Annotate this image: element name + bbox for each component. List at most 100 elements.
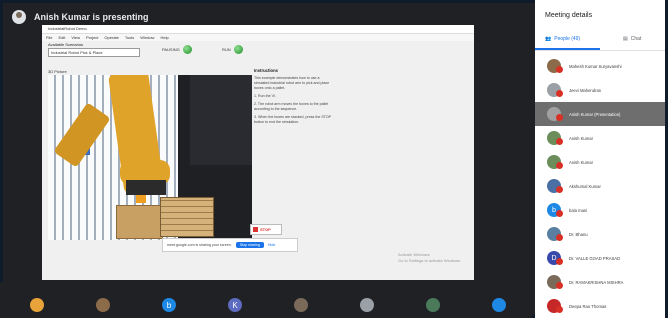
- panel-title: Meeting details: [545, 12, 593, 19]
- avatar: D: [547, 251, 563, 265]
- mic-muted-icon: [556, 234, 563, 241]
- participant-row[interactable]: Anish Kumar: [535, 126, 665, 150]
- participant-row[interactable]: Dr. RAMAKRISHNA MISHRA: [535, 270, 665, 294]
- participant-name: Akshumal Kumar: [569, 183, 601, 189]
- menu-file[interactable]: File: [46, 34, 52, 41]
- menu-window[interactable]: Window: [140, 34, 154, 41]
- pausing-label: PAUSING: [162, 47, 180, 52]
- participant-name: Anish Kumar: [569, 135, 593, 141]
- mic-muted-icon: [556, 186, 563, 193]
- mic-muted-icon: [556, 66, 563, 73]
- stop-button[interactable]: STOP: [250, 224, 282, 235]
- meeting-details-panel: Meeting details 👥 People (49) ▤ Chat Mah…: [535, 0, 665, 318]
- menu-edit[interactable]: Edit: [58, 34, 65, 41]
- participant-name: Dr. VALLE GOAD PRASAD: [569, 255, 621, 261]
- participant-name: Anish Kumar (Presentation): [569, 111, 621, 117]
- participant-tile[interactable]: [492, 298, 506, 312]
- tile-initial: K: [232, 300, 238, 310]
- stop-icon: [253, 227, 258, 232]
- menu-operate[interactable]: Operate: [104, 34, 118, 41]
- participant-name: Jeevi Mahendran: [569, 87, 602, 93]
- avatar: b: [547, 203, 563, 217]
- scenario-label: Available Scenarios: [48, 42, 84, 47]
- participant-name: Anish Kumar: [569, 159, 593, 165]
- participant-row[interactable]: Anish Kumar: [535, 150, 665, 174]
- participant-tile[interactable]: [426, 298, 440, 312]
- menu-help[interactable]: Help: [160, 34, 168, 41]
- run-label: RUN: [222, 47, 231, 52]
- participant-name: Dr. Bhanu: [569, 231, 588, 237]
- pausing-indicator: PAUSING: [162, 45, 192, 54]
- participant-row[interactable]: D Dr. VALLE GOAD PRASAD: [535, 246, 665, 270]
- presenter-bar: Anish Kumar is presenting: [12, 8, 149, 26]
- chat-icon: ▤: [623, 36, 628, 42]
- presenter-label: Anish Kumar is presenting: [34, 12, 149, 22]
- sharing-text: meet.google.com is sharing your screen.: [167, 243, 232, 247]
- app-menu-bar: File Edit View Project Operate Tools Win…: [42, 34, 474, 41]
- mic-muted-icon: [556, 306, 563, 313]
- participant-row[interactable]: Akshumal Kumar: [535, 174, 665, 198]
- instruction-step-3: 3. When the boxes are stacked, press the…: [254, 115, 331, 124]
- avatar: [547, 179, 563, 193]
- tab-chat[interactable]: ▤ Chat: [623, 36, 641, 42]
- pausing-led-icon: [182, 45, 192, 54]
- watermark-line-2: Go to Settings to activate Windows.: [398, 258, 462, 263]
- avatar: [547, 275, 563, 289]
- participant-tile[interactable]: [30, 298, 44, 312]
- orange-box: [136, 195, 146, 203]
- participant-strip: bK: [0, 282, 532, 318]
- participant-row[interactable]: Jeevi Mahendran: [535, 78, 665, 102]
- people-icon: 👥: [545, 36, 552, 42]
- mic-muted-icon: [556, 90, 563, 97]
- participant-row[interactable]: Anish Kumar (Presentation): [535, 102, 665, 126]
- menu-view[interactable]: View: [71, 34, 80, 41]
- app-window-title: IndustrialRobot Demo: [42, 25, 474, 34]
- tab-people[interactable]: 👥 People (49): [545, 36, 580, 42]
- avatar: [547, 107, 563, 121]
- stop-sharing-button[interactable]: Stop sharing: [235, 242, 264, 248]
- participant-tile[interactable]: K: [228, 298, 242, 312]
- wall-panel: [190, 75, 252, 165]
- participant-row[interactable]: Dr. Bhanu: [535, 222, 665, 246]
- avatar: [547, 59, 563, 73]
- mic-muted-icon: [556, 138, 563, 145]
- mic-muted-icon: [556, 162, 563, 169]
- activation-watermark: Activate Windows Go to Settings to activ…: [398, 252, 461, 264]
- menu-project[interactable]: Project: [86, 34, 98, 41]
- sharing-bar: meet.google.com is sharing your screen. …: [162, 238, 298, 252]
- avatar: [547, 155, 563, 169]
- avatar: [547, 83, 563, 97]
- run-indicator: RUN: [222, 45, 243, 54]
- stage-label: 3D Picture: [48, 69, 67, 74]
- menu-tools[interactable]: Tools: [125, 34, 134, 41]
- participant-name: bala mani: [569, 207, 588, 213]
- presenter-avatar: [12, 10, 26, 24]
- pallet: [160, 197, 214, 237]
- tab-people-label: People (49): [554, 36, 581, 42]
- participant-name: Dr. RAMAKRISHNA MISHRA: [569, 279, 624, 285]
- cardboard-box: [116, 205, 163, 239]
- mic-muted-icon: [556, 210, 563, 217]
- robot-3d-view[interactable]: [48, 75, 252, 240]
- participant-row[interactable]: Mahesh Kumar Suryavanshi: [535, 54, 665, 78]
- participant-list: Mahesh Kumar Suryavanshi Jeevi Mahendran A…: [535, 54, 665, 318]
- participant-row[interactable]: Deepa Rao Thomas: [535, 294, 665, 318]
- instruction-text: This example demonstrates how to use a s…: [254, 76, 330, 90]
- participant-name: Deepa Rao Thomas: [569, 303, 607, 309]
- instructions-panel: Instructions This example demonstrates h…: [254, 68, 334, 208]
- app-controls: Available Scenarios Industrial Robot Pic…: [42, 41, 474, 59]
- robot-pedestal: [126, 180, 166, 195]
- participant-tile[interactable]: [96, 298, 110, 312]
- participant-name: Mahesh Kumar Suryavanshi: [569, 63, 622, 69]
- participant-tile[interactable]: [360, 298, 374, 312]
- hide-button[interactable]: Hide: [268, 243, 275, 247]
- participant-tile[interactable]: [294, 298, 308, 312]
- participant-row[interactable]: b bala mani: [535, 198, 665, 222]
- avatar: [547, 227, 563, 241]
- participant-tile[interactable]: b: [162, 298, 176, 312]
- tab-chat-label: Chat: [630, 36, 642, 42]
- tile-initial: b: [166, 300, 172, 310]
- instruction-step-2: 2. The robot arm moves the boxes to the …: [254, 102, 329, 111]
- stop-label: STOP: [260, 227, 271, 232]
- scenario-select[interactable]: Industrial Robot Pick & Place: [48, 48, 140, 57]
